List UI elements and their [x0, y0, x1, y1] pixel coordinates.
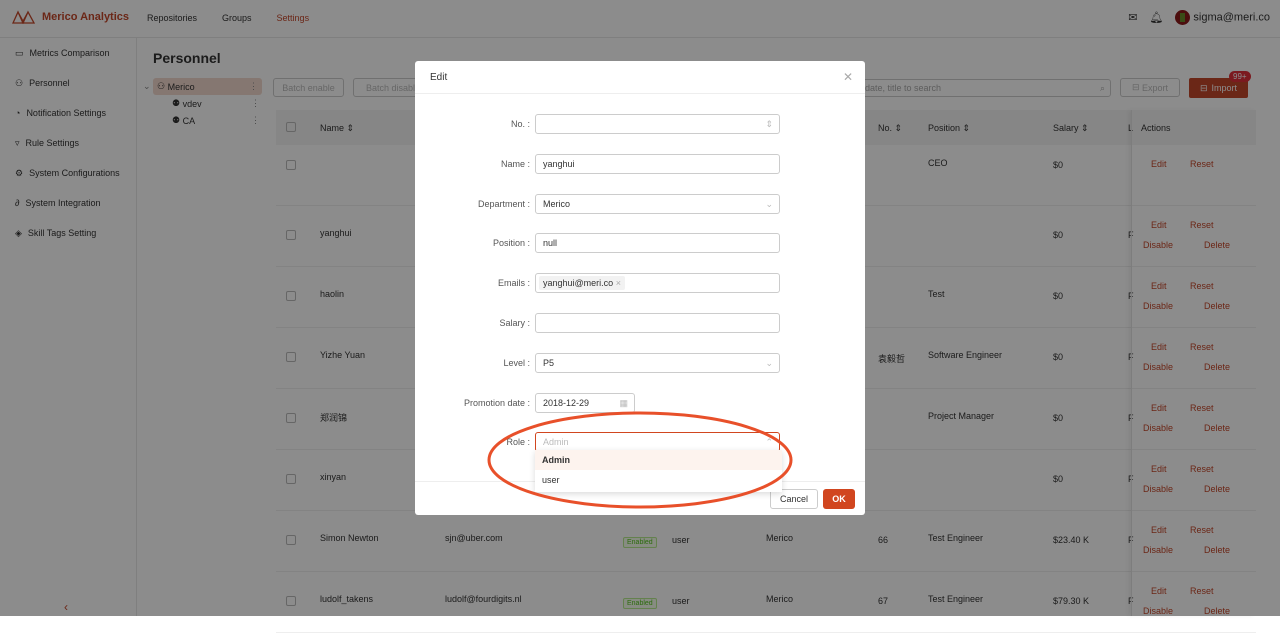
- annotation-ellipse: [487, 411, 793, 509]
